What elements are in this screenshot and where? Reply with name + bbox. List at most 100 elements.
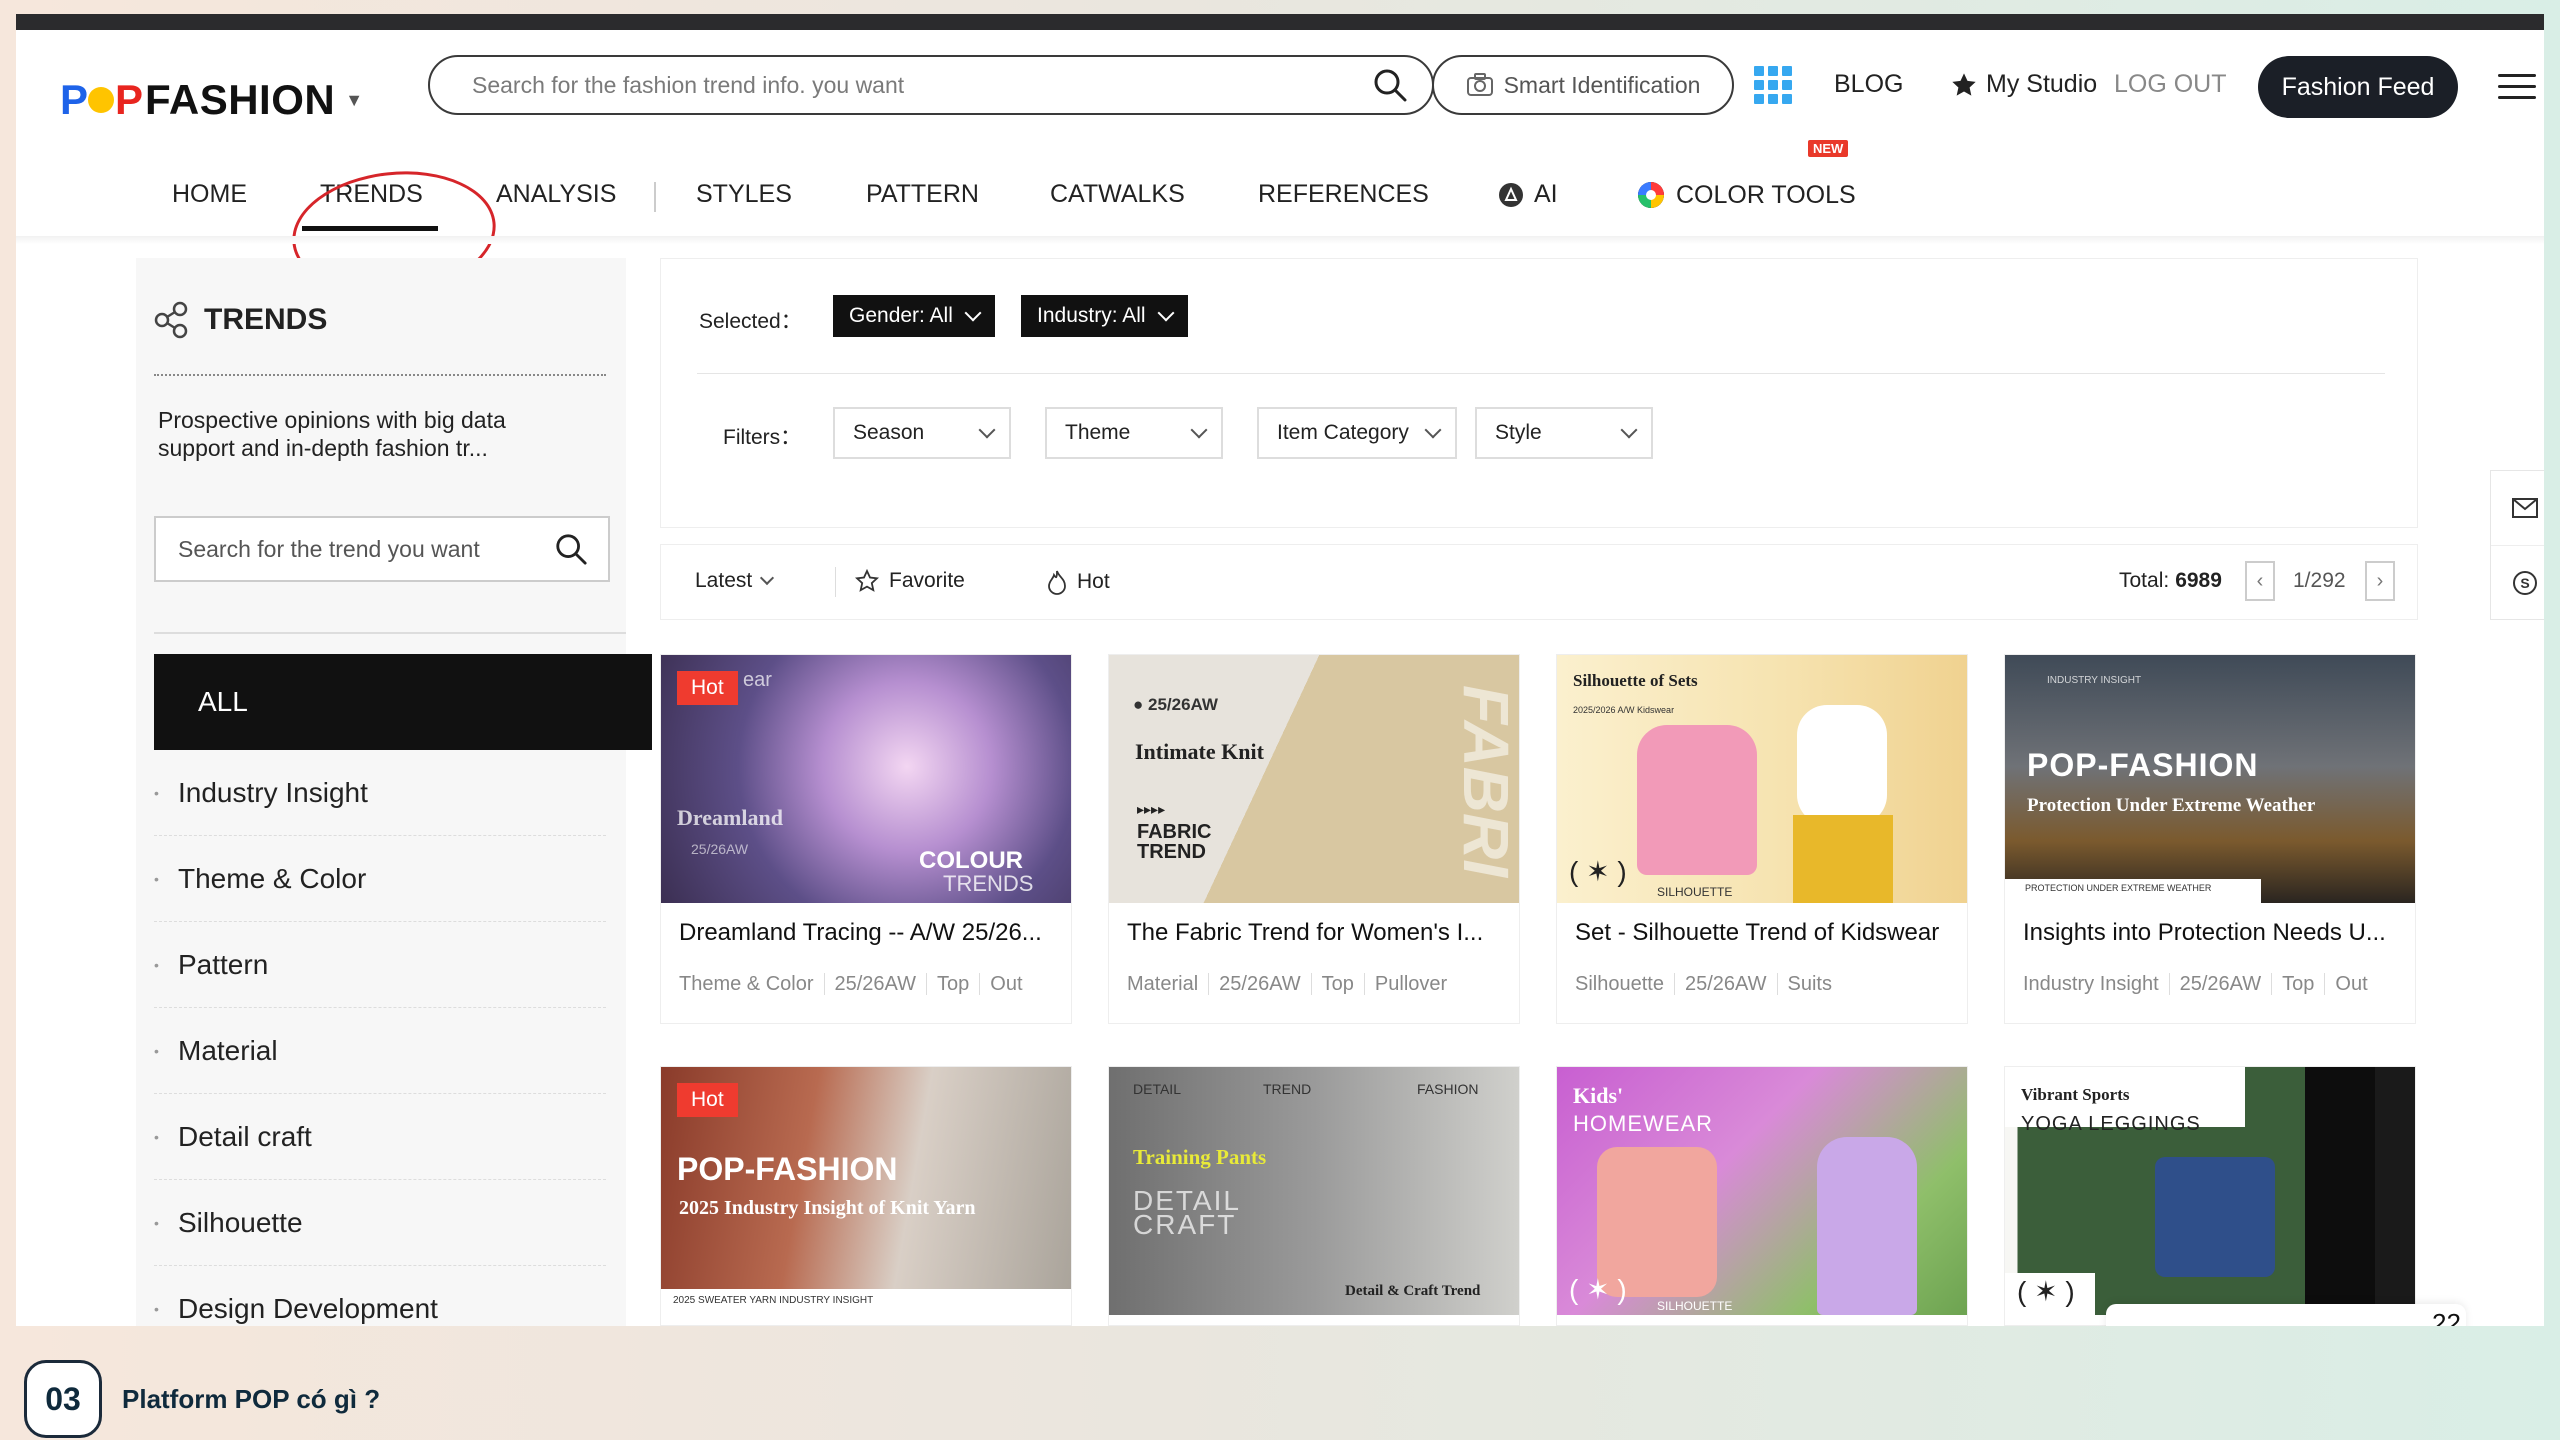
svg-text:S: S [2520,575,2529,591]
trend-card[interactable]: ● 25/26AW Intimate Knit ▸▸▸▸ FABRIC TREN… [1108,654,1520,1024]
sidebar-item-design-development[interactable]: • Design Development [154,1266,606,1326]
gender-chip-label: Gender: All [849,304,953,327]
prev-page-button[interactable]: ‹ [2245,561,2275,601]
trend-card[interactable]: Hot POP-FASHION 2025 Industry Insight of… [660,1066,1072,1326]
overlay-text: YOGA LEGGINGS [2021,1113,2201,1135]
nav-trends[interactable]: TRENDS [320,180,423,209]
leggings-figure [2305,1067,2375,1315]
fashion-feed-button[interactable]: Fashion Feed [2258,56,2458,118]
sidebar-item-silhouette[interactable]: • Silhouette [154,1180,606,1266]
logo-text: FASHION [145,76,336,123]
next-page-button[interactable]: › [2365,561,2395,601]
selected-label: Selected： [699,310,802,333]
overlay-text: ( ✶ ) [2017,1276,2075,1307]
sidebar-title-text: TRENDS [204,303,328,336]
overlay-text: FABRI [1450,685,1519,877]
search-icon[interactable] [554,532,588,566]
trend-search-input[interactable] [176,534,554,564]
card-thumbnail: Hot POP-FASHION 2025 Industry Insight of… [661,1067,1071,1315]
overlay-text: 2025 Industry Insight of Knit Yarn [679,1197,976,1219]
sidebar-item-detail-craft[interactable]: • Detail craft [154,1094,606,1180]
trend-card[interactable]: Vibrant Sports YOGA LEGGINGS ( ✶ ) [2004,1066,2416,1326]
nav-ai[interactable]: AI [1498,180,1558,209]
chevron-down-icon [1190,421,1208,439]
sidebar-item-pattern[interactable]: • Pattern [154,922,606,1008]
filter-panel: Selected： Gender: All Industry: All Filt… [660,258,2418,528]
nav-styles[interactable]: STYLES [696,180,792,209]
main-search-input[interactable] [470,70,1372,100]
trend-card[interactable]: Silhouette of Sets 2025/2026 A/W Kidswea… [1556,654,1968,1024]
nav-ai-label: AI [1534,180,1558,208]
star-outline-icon [855,569,879,592]
sidebar-separator [154,632,626,634]
season-select-label: Season [853,421,925,444]
sort-hot-label: Hot [1077,570,1110,593]
apps-grid-icon[interactable] [1754,66,1792,104]
sidebar-item-industry-insight[interactable]: • Industry Insight [154,750,606,836]
hamburger-menu-icon[interactable] [2498,74,2536,107]
search-icon[interactable] [1372,67,1408,103]
star-icon [1952,72,1976,96]
sort-hot[interactable]: Hot [1047,569,1110,595]
nav-references[interactable]: REFERENCES [1258,180,1429,209]
gender-filter-chip[interactable]: Gender: All [833,295,995,337]
industry-chip-label: Industry: All [1037,304,1146,327]
overlay-text: ● 25/26AW [1133,695,1218,714]
blog-link[interactable]: BLOG [1834,70,1903,99]
season-select[interactable]: Season [833,407,1011,459]
sidebar-item-all[interactable]: ALL [154,654,652,750]
sidebar-item-label: Silhouette [178,1206,303,1238]
nav-color-tools[interactable]: COLOR TOOLS [1636,180,1856,210]
trend-card[interactable]: INDUSTRY INSIGHT POP-FASHION Protection … [2004,654,2416,1024]
smart-identification-button[interactable]: Smart Identification [1432,55,1734,115]
pop-fashion-logo[interactable]: P P FASHION ▼ [60,66,363,134]
overlay-text: SILHOUETTE [1657,1299,1733,1313]
card-thumbnail: DETAIL TREND FASHION Training Pants DETA… [1109,1067,1519,1315]
trend-card[interactable]: DETAIL TREND FASHION Training Pants DETA… [1108,1066,1520,1326]
sidebar-item-label: Design Development [178,1292,438,1324]
message-count: 22 [2432,1308,2461,1326]
shorts-figure [2155,1157,2275,1277]
sidebar-item-material[interactable]: • Material [154,1008,606,1094]
bullet-icon: • [154,1042,159,1059]
card-thumbnail: Kids' HOMEWEAR ( ✶ ) SILHOUETTE [1557,1067,1967,1315]
nav-catwalks[interactable]: CATWALKS [1050,180,1185,209]
card-tag: 25/26AW [1684,973,1778,995]
card-tag: Material [1127,973,1210,995]
trend-search-box [154,516,610,582]
sort-favorite[interactable]: Favorite [855,569,965,593]
card-thumbnail: Vibrant Sports YOGA LEGGINGS ( ✶ ) [2005,1067,2415,1315]
card-tag: Out [990,973,1023,995]
card-tags: Silhouette 25/26AW Suits [1575,973,1852,996]
overlay-text: ( ✶ ) [1569,856,1627,887]
caret-down-icon[interactable]: ▼ [345,90,363,111]
card-title: Insights into Protection Needs U... [2023,919,2386,946]
theme-select-label: Theme [1065,421,1131,444]
nav-color-tools-label: COLOR TOOLS [1676,180,1856,209]
log-out-link[interactable]: LOG OUT [2114,70,2227,99]
overlay-text: TREND [1263,1081,1312,1097]
overlay-text: DETAIL [1133,1081,1181,1097]
trend-card[interactable]: Kids' HOMEWEAR ( ✶ ) SILHOUETTE [1556,1066,1968,1326]
bullet-icon: • [154,784,159,801]
logo-p-red: P [115,76,144,123]
skype-button[interactable]: S [2491,546,2544,620]
top-strip [16,14,2544,30]
nav-home[interactable]: HOME [172,180,247,209]
industry-filter-chip[interactable]: Industry: All [1021,295,1188,337]
sort-latest[interactable]: Latest [695,569,775,593]
style-select[interactable]: Style [1475,407,1653,459]
overlay-text: TRENDS [943,871,1034,896]
theme-select[interactable]: Theme [1045,407,1223,459]
overlay-text: FASHION [1417,1081,1479,1097]
hot-badge: Hot [677,671,738,705]
card-tag: 25/26AW [2179,973,2273,995]
item-category-select[interactable]: Item Category [1257,407,1457,459]
my-studio-link[interactable]: My Studio [1950,70,2097,99]
mail-button[interactable] [2491,471,2544,546]
leave-message-widget[interactable] [2106,1304,2466,1326]
nav-analysis[interactable]: ANALYSIS [496,180,616,209]
sidebar-item-theme-color[interactable]: • Theme & Color [154,836,606,922]
trend-card[interactable]: Hot ear Dreamland 25/26AW COLOUR TRENDS … [660,654,1072,1024]
nav-pattern[interactable]: PATTERN [866,180,979,209]
